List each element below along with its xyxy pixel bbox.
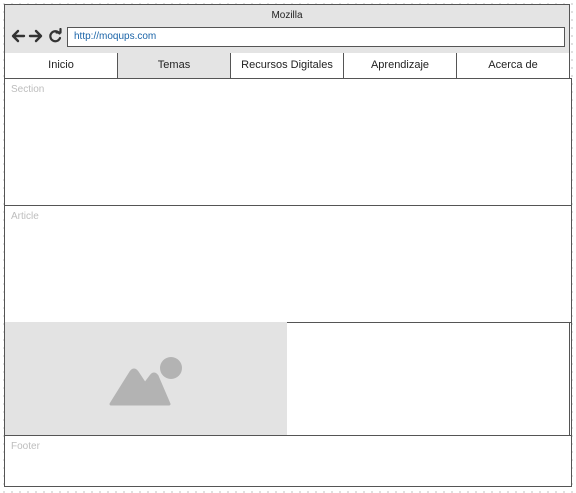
tab-acerca-de[interactable]: Acerca de	[457, 53, 569, 78]
article-region: Article	[4, 205, 572, 323]
browser-titlebar: Mozilla http://moqups.com	[5, 5, 569, 54]
forward-button[interactable]	[28, 28, 44, 44]
tab-aprendizaje[interactable]: Aprendizaje	[344, 53, 457, 78]
footer-region: Footer	[4, 435, 572, 487]
back-button[interactable]	[10, 28, 26, 44]
arrow-right-icon	[28, 28, 44, 44]
tab-inicio[interactable]: Inicio	[5, 53, 118, 78]
image-placeholder	[5, 322, 287, 436]
arrow-left-icon	[10, 28, 26, 44]
reload-button[interactable]	[47, 28, 63, 44]
browser-window: Mozilla http://moqups.com Inicio Temas R…	[4, 4, 572, 487]
footer-label: Footer	[11, 441, 40, 452]
article-label: Article	[11, 211, 39, 222]
reload-icon	[47, 28, 63, 44]
image-row	[4, 322, 572, 437]
window-title: Mozilla	[271, 10, 303, 21]
section-label: Section	[11, 84, 45, 95]
tab-temas[interactable]: Temas	[118, 53, 231, 78]
url-input[interactable]: http://moqups.com	[67, 27, 565, 47]
nav-tabs: Inicio Temas Recursos Digitales Aprendiz…	[5, 53, 569, 79]
tab-recursos-digitales[interactable]: Recursos Digitales	[231, 53, 344, 78]
section-region: Section	[4, 78, 572, 207]
